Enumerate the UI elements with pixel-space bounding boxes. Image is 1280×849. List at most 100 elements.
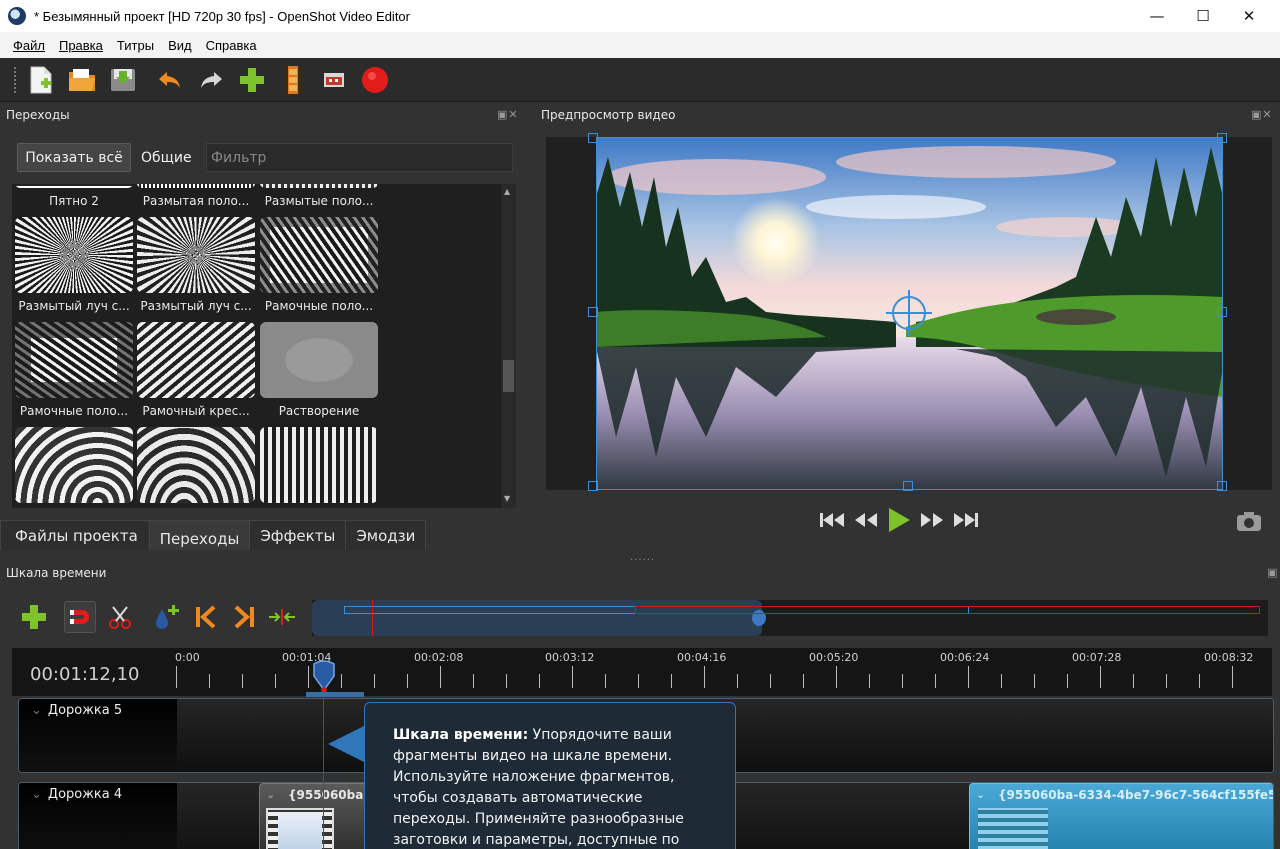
transition-thumbnail <box>260 322 378 398</box>
ruler-label: 0:00 <box>175 651 200 664</box>
ruler-tick <box>704 666 705 688</box>
transition-label: Пятно 2 <box>49 194 99 208</box>
transition-thumbnail <box>137 217 255 293</box>
transition-item[interactable]: Растворение <box>260 322 378 418</box>
video-clip[interactable]: {955060ba-6 ⌄ <box>259 783 369 849</box>
menu-file[interactable]: Файл <box>6 38 52 53</box>
open-project-icon[interactable] <box>65 63 99 97</box>
transitions-panel-title: Переходы <box>6 108 70 122</box>
current-timecode: 00:01:12,10 <box>30 664 140 685</box>
import-files-icon[interactable] <box>235 63 269 97</box>
center-playhead-icon[interactable] <box>266 601 298 633</box>
ruler-tick <box>1166 674 1167 688</box>
snapping-icon[interactable] <box>64 601 96 633</box>
resize-handle[interactable] <box>903 481 913 491</box>
transition-item[interactable]: Рамочный крес... <box>137 322 255 418</box>
ruler-tick <box>1133 674 1134 688</box>
toolbar-grip[interactable] <box>14 66 18 93</box>
jump-to-end-icon[interactable] <box>952 511 980 532</box>
resize-handle[interactable] <box>1217 307 1227 317</box>
transition-item[interactable] <box>15 427 133 503</box>
menu-help[interactable]: Справка <box>199 38 264 53</box>
ruler-tick <box>737 674 738 688</box>
tab-transitions[interactable]: Переходы <box>148 520 251 550</box>
ruler-tick <box>836 666 837 688</box>
fullscreen-icon[interactable] <box>317 63 351 97</box>
playback-controls <box>818 506 980 536</box>
minimize-button[interactable]: — <box>1134 0 1180 32</box>
previous-marker-icon[interactable] <box>190 601 222 633</box>
transition-item[interactable]: Рамочные поло... <box>260 217 378 313</box>
ruler-tick <box>176 666 177 688</box>
tab-project-files[interactable]: Файлы проекта <box>0 520 150 550</box>
timeline-overview[interactable] <box>312 600 1268 636</box>
transition-item[interactable]: Размытый луч с... <box>137 217 255 313</box>
next-marker-icon[interactable] <box>228 601 260 633</box>
transition-item[interactable] <box>260 427 378 503</box>
close-button[interactable]: ✕ <box>1226 0 1272 32</box>
scroll-up-icon[interactable]: ▲ <box>504 187 510 196</box>
play-icon[interactable] <box>886 506 912 537</box>
rewind-icon[interactable] <box>852 511 880 532</box>
menu-bar: Файл Правка Титры Вид Справка <box>0 32 1280 58</box>
transition-item[interactable]: Размытая поло... <box>137 184 255 208</box>
ruler-tick <box>1034 674 1035 688</box>
clip-menu-chevron-icon[interactable]: ⌄ <box>266 788 275 801</box>
tab-emoji[interactable]: Эмодзи <box>345 520 427 550</box>
maximize-button[interactable]: ☐ <box>1180 0 1226 32</box>
timeline-tutorial-tooltip[interactable]: Шкала времени: Упорядочите ваши фрагмент… <box>364 702 736 849</box>
resize-handle[interactable] <box>588 133 598 143</box>
tab-effects[interactable]: Эффекты <box>249 520 347 550</box>
clip-menu-chevron-icon[interactable]: ⌄ <box>976 788 985 801</box>
tooltip-line: переходы. Применяйте разнообразные <box>393 811 684 827</box>
transition-thumbnail <box>137 184 255 188</box>
collapse-chevron-icon[interactable]: ⌄ <box>31 703 42 718</box>
ruler-tick <box>275 674 276 688</box>
jump-to-start-icon[interactable] <box>818 511 846 532</box>
dock-splitter[interactable]: ...... <box>630 552 655 563</box>
preview-panel-title: Предпросмотр видео <box>541 108 676 122</box>
scrollbar-thumb[interactable] <box>503 360 514 392</box>
ruler-tick <box>671 674 672 688</box>
menu-edit[interactable]: Правка <box>52 38 110 53</box>
razor-tool-icon[interactable] <box>104 601 136 633</box>
resize-handle[interactable] <box>588 481 598 491</box>
selection-frame[interactable] <box>596 137 1223 490</box>
choose-profile-icon[interactable] <box>276 63 310 97</box>
show-all-button[interactable]: Показать всё <box>17 143 131 172</box>
openshot-logo-icon <box>8 7 26 25</box>
undo-icon[interactable] <box>153 63 187 97</box>
ruler-tick <box>1100 666 1101 688</box>
timeline-panel-float[interactable]: ▣ <box>1267 566 1278 579</box>
resize-handle[interactable] <box>588 307 598 317</box>
transition-item[interactable] <box>137 427 255 503</box>
scroll-down-icon[interactable]: ▼ <box>504 494 510 503</box>
filter-input[interactable]: Фильтр <box>206 143 513 172</box>
redo-icon[interactable] <box>194 63 228 97</box>
preview-panel-float-close[interactable]: ▣✕ <box>1251 108 1273 121</box>
resize-handle[interactable] <box>1217 133 1227 143</box>
new-project-icon[interactable] <box>24 63 58 97</box>
transition-item[interactable]: Рамочные поло... <box>15 322 133 418</box>
export-video-icon[interactable] <box>358 63 392 97</box>
menu-view[interactable]: Вид <box>161 38 199 53</box>
transition-item[interactable]: Размытые поло... <box>260 184 378 208</box>
add-marker-icon[interactable] <box>150 601 182 633</box>
collapse-chevron-icon[interactable]: ⌄ <box>31 787 42 802</box>
transition-item[interactable]: Размытый луч с... <box>15 217 133 313</box>
video-clip-selected[interactable]: {955060ba-6334-4be7-96c7-564cf155fe5 ⌄ <box>969 783 1274 849</box>
transitions-panel-float-close[interactable]: ▣✕ <box>497 108 519 121</box>
save-project-icon[interactable] <box>106 63 140 97</box>
ruler-label: 00:05:20 <box>809 651 859 664</box>
transition-item[interactable]: Пятно 2 <box>15 184 133 208</box>
ruler-tick <box>869 674 870 688</box>
transitions-scrollbar[interactable]: ▲ ▼ <box>500 184 516 508</box>
camera-snapshot-icon[interactable] <box>1235 510 1263 535</box>
common-filter-toggle[interactable]: Общие <box>141 150 192 166</box>
menu-titles[interactable]: Титры <box>110 38 161 53</box>
clip-title: {955060ba-6334-4be7-96c7-564cf155fe5 <box>998 788 1274 802</box>
resize-handle[interactable] <box>1217 481 1227 491</box>
add-track-icon[interactable] <box>18 601 50 633</box>
fast-forward-icon[interactable] <box>918 511 946 532</box>
transition-thumbnail <box>15 427 133 503</box>
